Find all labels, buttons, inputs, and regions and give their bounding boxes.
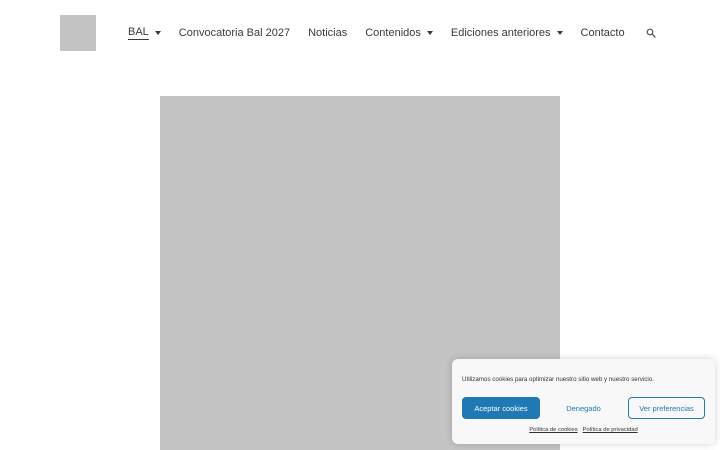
- cookie-links: Política de cookies Política de privacid…: [452, 427, 715, 433]
- nav-item-label: Contenidos: [365, 27, 421, 39]
- nav-item-convocatoria[interactable]: Convocatoria Bal 2027: [179, 27, 290, 39]
- nav-item-label: Ediciones anteriores: [450, 27, 551, 39]
- site-logo[interactable]: [60, 15, 96, 51]
- accept-cookies-button[interactable]: Aceptar cookies: [462, 397, 540, 419]
- caret-down-icon: [426, 31, 433, 35]
- nav-item-label: Convocatoria Bal 2027: [178, 27, 291, 39]
- view-preferences-button[interactable]: Ver preferencias: [628, 397, 705, 419]
- page: BAL Convocatoria Bal 2027 Noticias Conte…: [0, 0, 720, 450]
- nav-item-contenidos[interactable]: Contenidos: [365, 27, 433, 39]
- nav-item-contacto[interactable]: Contacto: [581, 27, 625, 39]
- cookie-banner: Utilizamos cookies para optimizar nuestr…: [452, 359, 715, 444]
- cookie-message: Utilizamos cookies para optimizar nuestr…: [462, 376, 654, 383]
- nav-item-ediciones[interactable]: Ediciones anteriores: [451, 27, 563, 39]
- nav-item-noticias[interactable]: Noticias: [308, 27, 347, 39]
- nav-item-label: BAL: [128, 26, 149, 40]
- cookie-policy-link[interactable]: Política de cookies: [529, 427, 577, 433]
- search-icon[interactable]: [646, 28, 656, 38]
- main-nav: BAL Convocatoria Bal 2027 Noticias Conte…: [128, 25, 643, 41]
- nav-item-bal[interactable]: BAL: [128, 26, 161, 40]
- privacy-policy-link[interactable]: Política de privacidad: [583, 427, 638, 433]
- caret-down-icon: [556, 31, 563, 35]
- deny-cookies-button[interactable]: Denegado: [545, 397, 622, 419]
- nav-item-label: Noticias: [308, 27, 348, 39]
- nav-item-label: Contacto: [580, 27, 625, 39]
- caret-down-icon: [154, 31, 161, 35]
